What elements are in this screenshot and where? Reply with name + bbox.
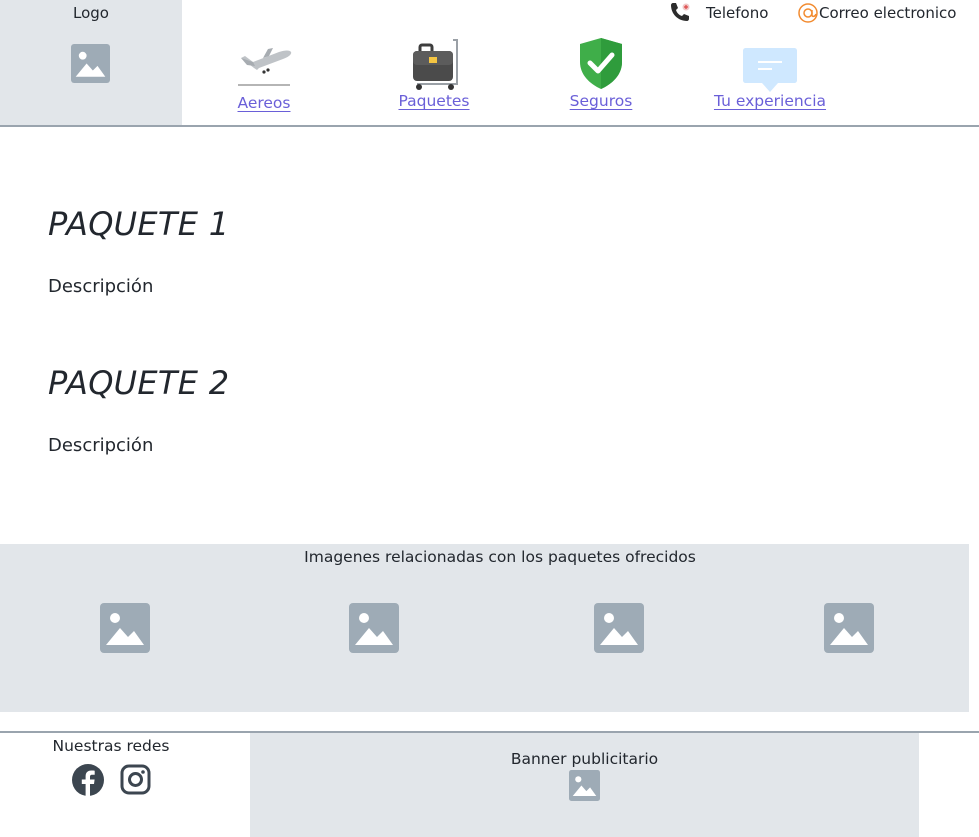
package-2-description: Descripción <box>48 435 154 456</box>
gallery-image-2-icon[interactable] <box>349 603 399 653</box>
instagram-icon[interactable] <box>120 764 151 795</box>
chat-bubble-icon <box>743 48 797 92</box>
phone-icon <box>671 3 690 21</box>
nav-link-seguros[interactable]: Seguros <box>570 92 633 110</box>
phone-contact[interactable]: Telefono <box>668 2 768 24</box>
luggage-cart-icon <box>413 39 458 90</box>
email-label: Correo electronico <box>819 4 957 22</box>
logo-image-icon[interactable] <box>71 44 110 83</box>
email-contact[interactable]: Correo electronico <box>797 2 956 24</box>
nav-item-paquetes[interactable]: Paquetes <box>395 39 473 110</box>
phone-label: Telefono <box>706 4 769 22</box>
gallery-image-4-icon[interactable] <box>824 603 874 653</box>
facebook-icon[interactable] <box>71 763 105 797</box>
banner-title: Banner publicitario <box>510 750 659 768</box>
nav-link-paquetes[interactable]: Paquetes <box>398 92 469 110</box>
package-1-description: Descripción <box>48 276 154 297</box>
nav-link-aereos[interactable]: Aereos <box>238 94 291 112</box>
shield-check-icon <box>580 38 622 89</box>
nav-link-tu-experiencia[interactable]: Tu experiencia <box>714 92 826 110</box>
nav-item-seguros[interactable]: Seguros <box>566 38 636 110</box>
gallery-image-3-icon[interactable] <box>594 603 644 653</box>
airplane-icon <box>238 48 292 86</box>
nav-item-aereos[interactable]: Aereos <box>232 40 296 112</box>
gallery-image-1-icon[interactable] <box>100 603 150 653</box>
header-divider <box>0 125 979 127</box>
gallery-title: Imagenes relacionadas con los paquetes o… <box>304 548 696 566</box>
package-1-title: PAQUETE 1 <box>48 205 230 243</box>
package-2-title: PAQUETE 2 <box>48 364 230 402</box>
at-sign-icon <box>798 3 818 23</box>
social-title: Nuestras redes <box>52 737 170 755</box>
logo-label: Logo <box>73 4 109 22</box>
banner-image-icon[interactable] <box>569 770 600 801</box>
nav-item-tu-experiencia[interactable]: Tu experiencia <box>709 40 831 110</box>
